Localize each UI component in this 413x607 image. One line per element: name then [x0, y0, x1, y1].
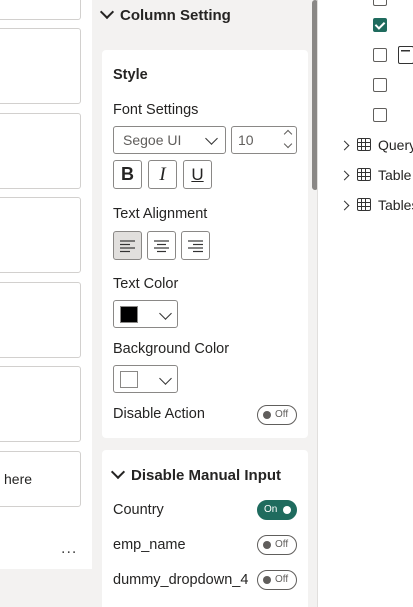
dummy-dropdown-label: dummy_dropdown_4: [113, 572, 249, 588]
calculator-icon: [398, 46, 413, 64]
chevron-right-icon: [339, 170, 350, 181]
font-settings-label: Font Settings: [113, 102, 199, 118]
disable-manual-input-title: Disable Manual Input: [131, 467, 282, 484]
disable-manual-input-header[interactable]: Disable Manual Input: [110, 464, 282, 484]
text-color-label: Text Color: [113, 276, 179, 292]
disable-action-toggle[interactable]: Off: [257, 405, 297, 425]
chevron-down-icon: [99, 4, 115, 20]
country-label: Country: [113, 502, 164, 518]
visual-card[interactable]: [0, 113, 81, 189]
toggle-knob: [283, 506, 291, 514]
background-color-picker[interactable]: [113, 365, 178, 393]
font-family-dropdown[interactable]: Segoe UI: [113, 126, 226, 154]
tree-item-label: Table: [378, 167, 412, 183]
align-right-icon: [188, 239, 203, 252]
background-color-swatch: [120, 371, 138, 388]
column-setting-header[interactable]: Column Setting: [99, 4, 231, 24]
chevron-up-icon[interactable]: [283, 129, 293, 139]
visual-card[interactable]: [0, 0, 81, 20]
checkmark-icon: [374, 19, 386, 30]
chevron-down-icon: [205, 132, 218, 145]
style-title: Style: [113, 67, 148, 83]
visual-card[interactable]: [0, 366, 81, 442]
table-icon: [357, 138, 371, 151]
toggle-state: Off: [275, 409, 289, 420]
chevron-down-icon: [159, 372, 172, 385]
chevron-down-icon[interactable]: [283, 139, 293, 149]
chevron-down-icon: [110, 464, 126, 480]
chevron-right-icon: [339, 140, 350, 151]
table-icon: [357, 168, 371, 181]
underline-icon: U: [191, 164, 204, 184]
toggle-state: On: [264, 504, 278, 515]
format-pane: Column Setting Style Font Settings Segoe…: [92, 0, 317, 607]
text-color-swatch: [120, 306, 138, 323]
field-checkbox[interactable]: [373, 108, 387, 122]
disable-action-label: Disable Action: [113, 406, 205, 422]
font-size-value: 10: [238, 132, 254, 148]
toggle-knob: [263, 576, 271, 584]
report-canvas: here ...: [0, 0, 92, 607]
chevron-down-icon: [159, 307, 172, 320]
align-center-icon: [154, 239, 169, 252]
toggle-knob: [263, 541, 271, 549]
align-right-button[interactable]: [181, 231, 210, 260]
column-setting-title: Column Setting: [120, 7, 231, 24]
background-color-label: Background Color: [113, 341, 230, 357]
field-checkbox[interactable]: [373, 78, 387, 92]
toggle-state: Off: [275, 539, 289, 550]
underline-button[interactable]: U: [183, 160, 212, 189]
bold-button[interactable]: B: [113, 160, 142, 189]
style-card: Style Font Settings Segoe UI 10 B I U Te…: [102, 50, 308, 438]
italic-icon: I: [159, 163, 166, 185]
visual-card[interactable]: [0, 197, 81, 273]
fields-pane: Query Table Tables: [317, 0, 413, 607]
align-left-icon: [120, 239, 135, 252]
tree-item-label: Query: [378, 137, 413, 153]
font-family-value: Segoe UI: [123, 132, 182, 148]
country-toggle[interactable]: On: [257, 500, 297, 520]
italic-button[interactable]: I: [148, 160, 177, 189]
field-checkbox[interactable]: [373, 0, 387, 6]
text-alignment-label: Text Alignment: [113, 206, 208, 222]
text-color-picker[interactable]: [113, 300, 178, 328]
toggle-knob: [263, 411, 271, 419]
canvas-page: here ...: [0, 0, 92, 569]
emp-name-label: emp_name: [113, 537, 186, 553]
table-icon: [357, 198, 371, 211]
font-size-stepper[interactable]: 10: [231, 126, 297, 154]
chevron-right-icon: [339, 200, 350, 211]
align-center-button[interactable]: [147, 231, 176, 260]
field-checkbox-checked[interactable]: [373, 18, 387, 32]
visual-card-text: here: [4, 471, 33, 487]
visual-card[interactable]: [0, 282, 81, 358]
more-options-icon[interactable]: ...: [61, 540, 77, 558]
field-checkbox[interactable]: [373, 48, 387, 62]
disable-manual-input-card: Disable Manual Input Country On emp_name…: [102, 450, 308, 607]
dummy-dropdown-toggle[interactable]: Off: [257, 570, 297, 590]
toggle-state: Off: [275, 574, 289, 585]
visual-card[interactable]: [0, 28, 81, 104]
tree-item-label: Tables: [378, 197, 413, 213]
align-left-button[interactable]: [113, 231, 142, 260]
emp-name-toggle[interactable]: Off: [257, 535, 297, 555]
visual-card[interactable]: here: [0, 451, 81, 507]
bold-icon: B: [121, 164, 134, 184]
